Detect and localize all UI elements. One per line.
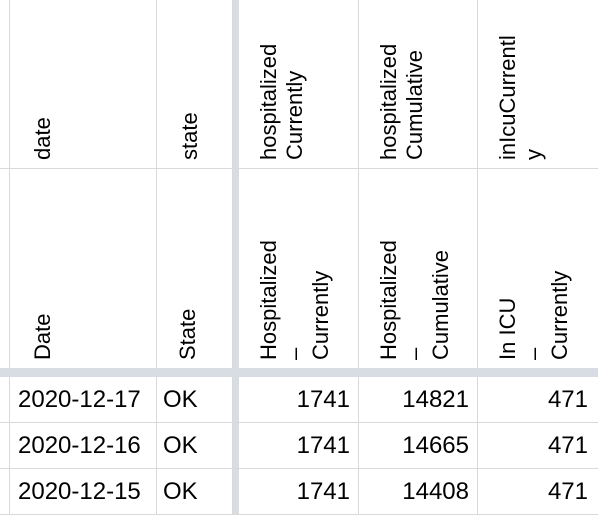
header-text-date-display: Date xyxy=(30,313,55,360)
header-cell-hospitalized-cumulative[interactable]: hospitalized Cumulative xyxy=(359,0,478,168)
cell-state[interactable]: OK xyxy=(157,423,233,468)
row-edge-cell xyxy=(0,377,10,422)
cell-inicu-currently[interactable]: 471 xyxy=(478,377,598,422)
row-edge-cell xyxy=(0,423,10,468)
header-row-display-names: Date State Hospitalized – Currently Hosp… xyxy=(0,168,598,368)
cell-state[interactable]: OK xyxy=(157,377,233,422)
row-edge-cell xyxy=(0,0,10,168)
spreadsheet-grid: date state hospitalized Currently hospit… xyxy=(0,0,598,518)
cell-date[interactable]: 2020-12-17 xyxy=(10,377,157,422)
header-cell-date[interactable]: date xyxy=(10,0,157,168)
cell-date[interactable]: 2020-12-16 xyxy=(10,423,157,468)
header-text-hospitalized-currently-display: Hospitalized – Currently xyxy=(256,240,333,360)
frozen-row-divider[interactable] xyxy=(0,368,598,377)
header-cell-hospitalized-currently[interactable]: hospitalized Currently xyxy=(239,0,359,168)
header-cell-inicu-currently[interactable]: inIcuCurrentl y xyxy=(478,0,598,168)
header-text-inicu-currently-display: In ICU – Currently xyxy=(495,270,572,360)
cell-hospitalized-cumulative[interactable]: 14821 xyxy=(359,377,478,422)
cell-hospitalized-currently[interactable]: 1741 xyxy=(239,469,359,514)
header-cell-state[interactable]: state xyxy=(157,0,233,168)
cell-state[interactable]: OK xyxy=(157,469,233,514)
header-text-date: date xyxy=(30,117,55,160)
cell-hospitalized-cumulative[interactable]: 14408 xyxy=(359,469,478,514)
cell-date[interactable]: 2020-12-15 xyxy=(10,469,157,514)
header-text-hospitalized-currently: hospitalized Currently xyxy=(256,43,307,160)
cell-hospitalized-currently[interactable]: 1741 xyxy=(239,423,359,468)
header-cell-hospitalized-currently-display[interactable]: Hospitalized – Currently xyxy=(239,168,359,368)
row-edge-cell xyxy=(0,168,10,368)
cell-inicu-currently[interactable]: 471 xyxy=(478,423,598,468)
table-row[interactable]: 2020-12-15 OK 1741 14408 471 xyxy=(0,469,598,515)
header-cell-hospitalized-cumulative-display[interactable]: Hospitalized – Cumulative xyxy=(359,168,478,368)
table-row[interactable]: 2020-12-17 OK 1741 14821 471 xyxy=(0,377,598,423)
header-text-hospitalized-cumulative: hospitalized Cumulative xyxy=(376,43,427,160)
header-text-state-display: State xyxy=(175,308,200,360)
cell-hospitalized-cumulative[interactable]: 14665 xyxy=(359,423,478,468)
header-text-state: state xyxy=(177,112,202,160)
header-text-hospitalized-cumulative-display: Hospitalized – Cumulative xyxy=(376,240,453,360)
header-cell-inicu-currently-display[interactable]: In ICU – Currently xyxy=(478,168,598,368)
row-edge-cell xyxy=(0,469,10,514)
header-text-inicu-currently: inIcuCurrentl y xyxy=(495,35,546,160)
header-cell-state-display[interactable]: State xyxy=(157,168,233,368)
table-row[interactable]: 2020-12-16 OK 1741 14665 471 xyxy=(0,423,598,469)
cell-hospitalized-currently[interactable]: 1741 xyxy=(239,377,359,422)
cell-inicu-currently[interactable]: 471 xyxy=(478,469,598,514)
header-row-field-names: date state hospitalized Currently hospit… xyxy=(0,0,598,169)
header-cell-date-display[interactable]: Date xyxy=(10,168,157,368)
